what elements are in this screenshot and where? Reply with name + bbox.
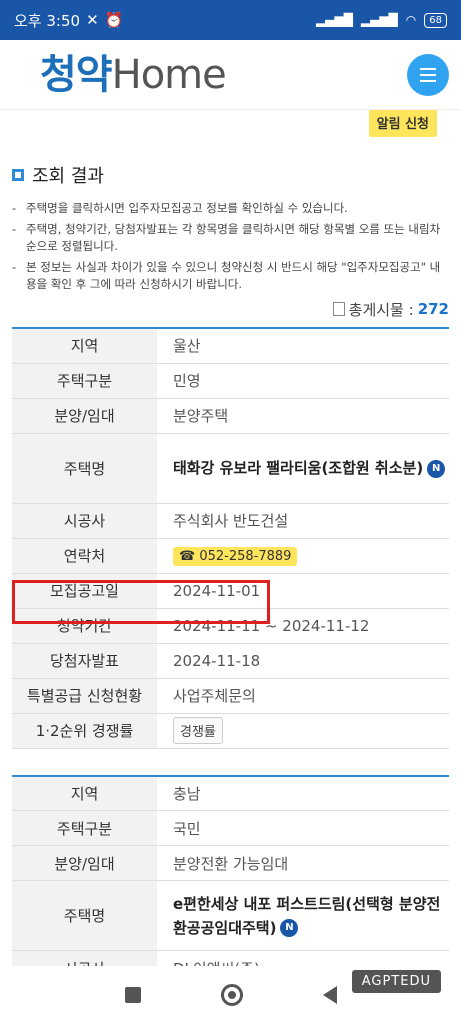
signal-icon: ▂▄▆█	[315, 13, 353, 27]
alert-subscribe-button[interactable]: 알림 신청	[368, 110, 437, 137]
table-row: 특별공급 신청현황 사업주체문의	[12, 678, 449, 714]
phone-number[interactable]: 052-258-7889	[199, 549, 291, 564]
logo-en: Home	[111, 51, 227, 98]
notes-list: 주택명을 클릭하시면 입주자모집공고 정보를 확인하실 수 있습니다. 주택명,…	[12, 200, 449, 293]
house-name-text[interactable]: e편한세상 내포 퍼스트드림(선택형 분양전환공공임대주택)	[173, 895, 440, 937]
builder-value: DL이앤씨(주)	[157, 950, 449, 966]
result-table-2: 지역 충남 주택구분 국민 분양/임대 분양전환 가능임대 주택명 e편한세상 …	[12, 774, 449, 966]
row-label: 주택구분	[12, 363, 157, 399]
table-row: 당첨자발표 2024-11-18	[12, 643, 449, 679]
note-item: 주택명, 청약기간, 당첨자발표는 각 항목명을 클릭하시면 해당 항목별 오름…	[12, 221, 449, 255]
row-label: 분양/임대	[12, 398, 157, 434]
house-name-link[interactable]: e편한세상 내포 퍼스트드림(선택형 분양전환공공임대주택) N	[157, 880, 449, 951]
row-label[interactable]: 당첨자발표	[12, 643, 157, 679]
app-header: 청약Home	[0, 40, 461, 110]
wifi-icon: ◠	[405, 13, 417, 27]
main-content: 알림 신청 조회 결과 주택명을 클릭하시면 입주자모집공고 정보를 확인하실 …	[0, 110, 461, 966]
row-label: 특별공급 신청현황	[12, 678, 157, 714]
table-row: 주택명 e편한세상 내포 퍼스트드림(선택형 분양전환공공임대주택) N	[12, 880, 449, 951]
table-row: 1·2순위 경쟁률 경쟁률	[12, 713, 449, 749]
row-label: 지역	[12, 328, 157, 364]
row-label: 시공사	[12, 950, 157, 966]
battery-icon: 68	[424, 12, 447, 28]
table-row: 주택명 태화강 유보라 팰라티움(조합원 취소분) N	[12, 433, 449, 504]
table-row: 시공사 주식회사 반도건설	[12, 503, 449, 539]
mute-icon: ✕	[86, 11, 99, 29]
total-count: 총게시물 : 272	[12, 297, 449, 321]
row-label: 시공사	[12, 503, 157, 539]
menu-icon	[420, 67, 436, 70]
table-row: 주택구분 국민	[12, 810, 449, 846]
house-name-text[interactable]: 태화강 유보라 팰라티움(조합원 취소분)	[173, 459, 423, 477]
recents-icon[interactable]	[124, 987, 141, 1003]
signal-icon-2: ▂▄▆█	[360, 13, 398, 27]
highlight-annotation-box	[12, 580, 270, 624]
row-label: 연락처	[12, 538, 157, 574]
row-label: 지역	[12, 775, 157, 811]
region-value: 울산	[157, 328, 449, 364]
house-name-link[interactable]: 태화강 유보라 팰라티움(조합원 취소분) N	[157, 433, 449, 504]
result-table-1: 지역 울산 주택구분 민영 분양/임대 분양주택 주택명 태화강 유보라 팰라티…	[12, 327, 449, 749]
table-row: 지역 울산	[12, 328, 449, 364]
note-item: 주택명을 클릭하시면 입주자모집공고 정보를 확인하실 수 있습니다.	[12, 200, 449, 217]
sale-rent-value: 분양전환 가능임대	[157, 845, 449, 881]
row-label[interactable]: 주택명	[12, 880, 157, 951]
row-label[interactable]: 주택명	[12, 433, 157, 504]
new-badge-icon: N	[280, 919, 299, 937]
sale-rent-value: 분양주택	[157, 398, 449, 434]
hamburger-menu-button[interactable]	[407, 53, 449, 96]
square-bullet-icon	[12, 169, 24, 181]
table-row: 연락처 ☎ 052-258-7889	[12, 538, 449, 574]
status-time: 오후 3:50	[14, 11, 81, 30]
builder-value: 주식회사 반도건설	[157, 503, 449, 539]
section-title: 조회 결과	[12, 162, 449, 188]
home-icon[interactable]	[220, 984, 243, 1006]
note-item: 본 정보는 사실과 차이가 있을 수 있으니 청약신청 시 반드시 해당 "입주…	[12, 259, 449, 293]
table-row: 분양/임대 분양전환 가능임대	[12, 845, 449, 881]
region-value: 충남	[157, 775, 449, 811]
house-type-value: 국민	[157, 810, 449, 846]
section-title-text: 조회 결과	[32, 166, 104, 187]
new-badge-icon: N	[427, 459, 446, 478]
table-row: 시공사 DL이앤씨(주)	[12, 950, 449, 966]
row-label: 주택구분	[12, 810, 157, 846]
watermark: AGPTEDU	[351, 970, 441, 993]
status-bar: 오후 3:50 ✕ ⏰ ▂▄▆█ ▂▄▆█ ◠ 68	[0, 0, 461, 40]
phone-link[interactable]: ☎ 052-258-7889	[173, 546, 298, 566]
row-label: 분양/임대	[12, 845, 157, 881]
logo-ko: 청약	[40, 51, 113, 98]
special-value: 사업주체문의	[157, 678, 449, 714]
competition-button[interactable]: 경쟁률	[173, 717, 223, 744]
table-row: 분양/임대 분양주택	[12, 398, 449, 434]
table-row: 주택구분 민영	[12, 363, 449, 399]
table-row: 지역 충남	[12, 775, 449, 811]
alarm-icon: ⏰	[104, 11, 124, 29]
total-number: 272	[417, 300, 449, 318]
total-label: 총게시물 :	[348, 300, 414, 319]
house-type-value: 민영	[157, 363, 449, 399]
logo[interactable]: 청약Home	[40, 51, 227, 98]
announce-value: 2024-11-18	[157, 643, 449, 679]
document-icon	[332, 302, 345, 316]
back-icon[interactable]	[322, 986, 337, 1004]
row-label: 1·2순위 경쟁률	[12, 713, 157, 749]
